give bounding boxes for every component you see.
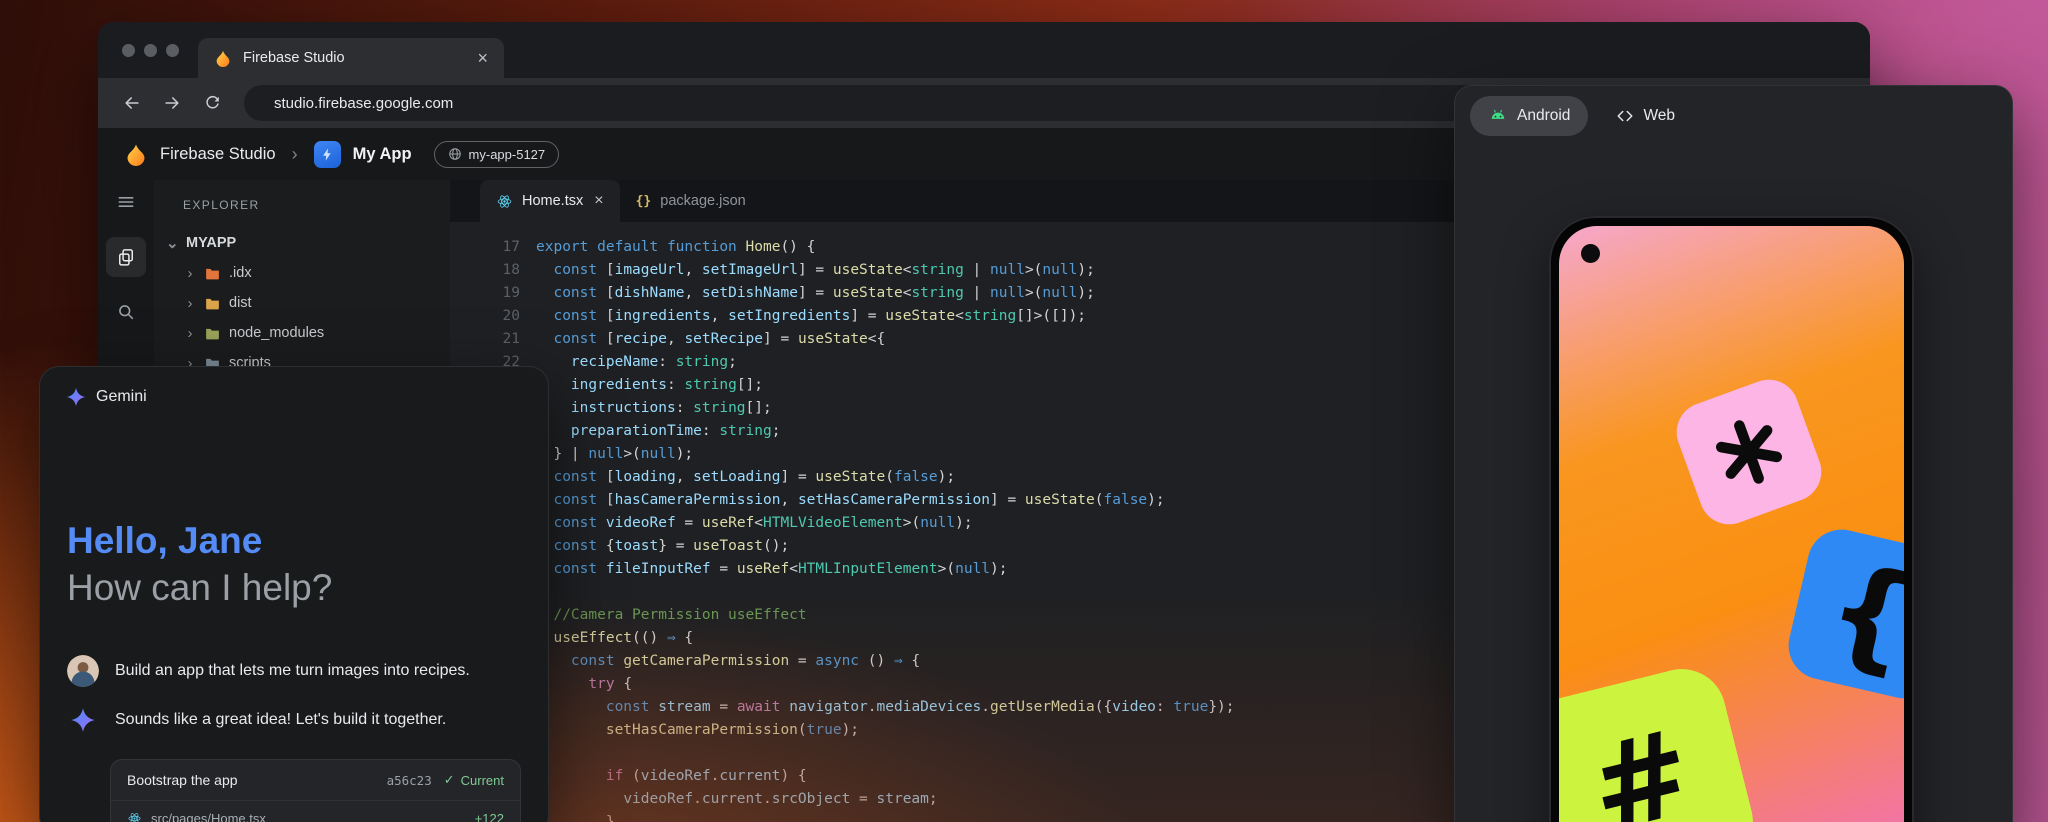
green-hash-tile: # [1559,660,1762,822]
forward-button[interactable] [154,85,190,121]
app-id-text: my-app-5127 [469,147,546,162]
menu-button[interactable] [106,182,146,222]
tree-item-label: dist [229,295,252,311]
window-control-dot[interactable] [144,44,157,57]
android-icon [1488,106,1508,126]
greeting-question: How can I help? [67,564,332,611]
status-badge: ✓ Current [444,772,504,788]
breadcrumb-separator: › [292,144,298,165]
back-button[interactable] [114,85,150,121]
chat-message-user: Build an app that lets me turn images in… [67,655,524,687]
react-icon [496,193,513,210]
json-braces-icon: {} [636,194,652,209]
brand-title: Firebase Studio [160,145,276,164]
gemini-greeting: Hello, Jane How can I help? [67,517,332,611]
gemini-sparkle-icon [66,387,86,407]
avatar-photo [67,655,99,687]
browser-tab-title: Firebase Studio [243,50,345,66]
greeting-name: Hello, Jane [67,517,332,564]
pink-asterisk-tile [1668,371,1829,532]
task-card[interactable]: Bootstrap the app a56c23 ✓ Current src/p… [110,759,521,822]
files-icon [116,247,136,267]
tree-item-label: node_modules [229,325,324,341]
tab-close-icon[interactable]: × [477,49,488,67]
brace-glyph: { [1815,537,1904,690]
forward-arrow-icon [162,93,182,113]
commit-hash: a56c23 [387,773,432,788]
blue-brace-tile: { [1782,523,1904,705]
gemini-panel: Gemini Hello, Jane How can I help? Build… [39,366,549,822]
bolt-icon [320,147,335,162]
search-button[interactable] [106,292,146,332]
web-toggle[interactable]: Web [1598,96,1693,136]
close-icon[interactable]: × [594,193,603,209]
task-title: Bootstrap the app [127,772,375,788]
gemini-title: Gemini [96,388,147,406]
window-controls [122,44,179,57]
android-toggle-label: Android [1517,107,1570,125]
desktop-background: Firebase Studio × studio.firebase.google… [0,0,2048,822]
tree-item-myapp[interactable]: ⌄ MYAPP [154,228,450,258]
editor-tab-home[interactable]: Home.tsx × [480,180,620,222]
editor-tab-label: package.json [660,193,745,209]
tree-item-dist[interactable]: › dist [154,288,450,318]
tree-item-label: .idx [229,265,252,281]
url-text: studio.firebase.google.com [274,95,453,112]
gemini-sparkle-icon [70,707,96,733]
chat-message-gemini: Sounds like a great idea! Let's build it… [67,707,524,733]
browser-tab[interactable]: Firebase Studio × [198,38,504,78]
browser-titlebar: Firebase Studio × [98,22,1870,78]
task-card-header: Bootstrap the app a56c23 ✓ Current [111,760,520,801]
phone-screen: { # [1559,226,1904,822]
chat-message-text: Sounds like a great idea! Let's build it… [115,711,446,729]
search-icon [116,302,136,322]
firebase-logo-icon [124,142,148,166]
app-name: My App [353,145,412,164]
gemini-sparkle-icon [67,707,99,733]
chevron-right-icon: › [184,265,196,282]
hamburger-icon [116,192,136,212]
chevron-right-icon: › [184,295,196,312]
globe-icon [448,147,462,161]
editor-tab-label: Home.tsx [522,193,583,209]
status-text: Current [461,773,504,788]
diff-added-count: +122 [475,811,504,822]
tree-item-node-modules[interactable]: › node_modules [154,318,450,348]
task-card-file-row[interactable]: src/pages/Home.tsx +122 [111,801,520,822]
refresh-icon [203,94,222,113]
check-icon: ✓ [444,772,455,788]
app-id-badge[interactable]: my-app-5127 [434,141,560,168]
chevron-down-icon: ⌄ [166,234,178,252]
folder-icon [204,325,221,342]
phone-mockup: { # [1549,216,1914,822]
file-path: src/pages/Home.tsx [151,811,266,822]
preview-target-toggles: Android Web [1470,96,1693,136]
camera-hole [1581,244,1600,263]
tree-item-idx[interactable]: › .idx [154,258,450,288]
firebase-favicon-icon [214,49,232,67]
device-preview-panel: Android Web { # [1454,85,2013,822]
window-control-dot[interactable] [166,44,179,57]
chevron-right-icon: › [184,325,196,342]
react-icon [127,811,142,822]
gemini-header: Gemini [66,387,147,407]
back-arrow-icon [122,93,142,113]
chat-message-text: Build an app that lets me turn images in… [115,662,470,680]
tree-root-label: MYAPP [186,235,236,251]
hash-glyph: # [1576,702,1705,822]
window-control-dot[interactable] [122,44,135,57]
explorer-title: EXPLORER [154,198,450,212]
android-toggle[interactable]: Android [1470,96,1588,136]
file-tree: ⌄ MYAPP › .idx › dist › [154,228,450,378]
asterisk-icon [1700,403,1797,500]
code-brackets-icon [1616,107,1634,125]
refresh-button[interactable] [194,85,230,121]
folder-icon [204,295,221,312]
explorer-button[interactable] [106,237,146,277]
app-icon[interactable] [314,141,341,168]
editor-tab-package[interactable]: {} package.json [620,180,762,222]
user-avatar [67,655,99,687]
web-toggle-label: Web [1643,107,1675,125]
folder-icon [204,265,221,282]
